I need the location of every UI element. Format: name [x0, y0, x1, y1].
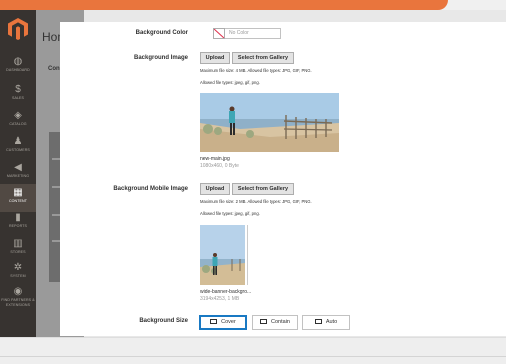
background-size-contain-option[interactable]: Contain [252, 315, 298, 330]
bottom-bar [0, 337, 506, 364]
cover-icon [210, 319, 218, 324]
marketing-icon: ◀ [14, 162, 22, 173]
upload-image-button[interactable]: Upload [200, 52, 230, 64]
admin-sidebar: ◍ Dashboard $ Sales ◈ Catalog ♟ Customer… [0, 10, 36, 337]
background-size-auto-option[interactable]: Auto [302, 315, 350, 330]
mobile-allowed-file-types-note: Allowed file types: jpeg, gif, png. [200, 211, 260, 216]
max-file-size-note: Maximum file size: 4 MB. Allowed file ty… [200, 68, 312, 73]
allowed-file-types-note: Allowed file types: jpeg, gif, png. [200, 80, 260, 85]
background-color-input[interactable]: No Color [225, 28, 281, 39]
select-mobile-from-gallery-button[interactable]: Select from Gallery [232, 183, 294, 195]
background-image-file-name: new-main.jpg [200, 156, 230, 162]
beach-mobile-photo-image [200, 225, 245, 285]
mobile-max-file-size-note: Maximum file size: 2 MB. Allowed file ty… [200, 199, 312, 204]
page-section-title: Con [48, 66, 60, 72]
contain-icon [260, 319, 268, 324]
sidebar-item-catalog[interactable]: ◈ Catalog [0, 110, 36, 138]
sidebar-item-dashboard[interactable]: ◍ Dashboard [0, 56, 36, 84]
sales-icon: $ [15, 84, 21, 95]
auto-icon [314, 319, 322, 324]
background-size-cover-option[interactable]: Cover [199, 315, 247, 330]
background-size-label: Background Size [139, 318, 188, 324]
dashboard-icon: ◍ [13, 56, 23, 67]
background-panel-line [52, 214, 60, 216]
catalog-icon: ◈ [14, 110, 22, 121]
system-icon: ✲ [13, 262, 23, 273]
sidebar-item-customers[interactable]: ♟ Customers [0, 136, 36, 164]
magento-logo-icon[interactable] [8, 18, 28, 40]
beach-photo-image [200, 93, 339, 152]
no-color-icon [214, 29, 224, 38]
background-panel-line [52, 186, 60, 188]
background-image-preview[interactable] [200, 93, 339, 152]
background-image-label: Background Image [133, 55, 188, 61]
extensions-icon: ◉ [13, 286, 23, 297]
background-panel-line [52, 240, 60, 242]
background-image-file-meta: 1080x460, 0 Byte [200, 163, 239, 169]
content-icon: ▦ [13, 187, 23, 198]
sidebar-item-sales[interactable]: $ Sales [0, 84, 36, 112]
customers-icon: ♟ [13, 136, 23, 147]
select-from-gallery-button[interactable]: Select from Gallery [232, 52, 294, 64]
background-color-label: Background Color [135, 30, 188, 36]
reports-icon: ▮ [15, 212, 21, 223]
upload-mobile-image-button[interactable]: Upload [200, 183, 230, 195]
background-mobile-image-file-name: wide-banner-backgro... [200, 289, 252, 295]
sidebar-item-content[interactable]: ▦ Content [0, 184, 36, 212]
sidebar-item-extensions[interactable]: ◉ Find Partners & Extensions [0, 286, 36, 314]
background-panel-line [52, 158, 60, 160]
stores-icon: ▥ [13, 238, 23, 249]
color-swatch[interactable] [213, 28, 225, 39]
background-mobile-image-label: Background Mobile Image [113, 186, 188, 192]
background-mobile-image-file-meta: 3194x4253, 1 MB [200, 296, 240, 302]
background-mobile-image-preview[interactable] [200, 225, 248, 285]
orange-accent-bar [0, 0, 448, 10]
bottom-divider [0, 356, 506, 357]
sidebar-item-reports[interactable]: ▮ Reports [0, 212, 36, 240]
